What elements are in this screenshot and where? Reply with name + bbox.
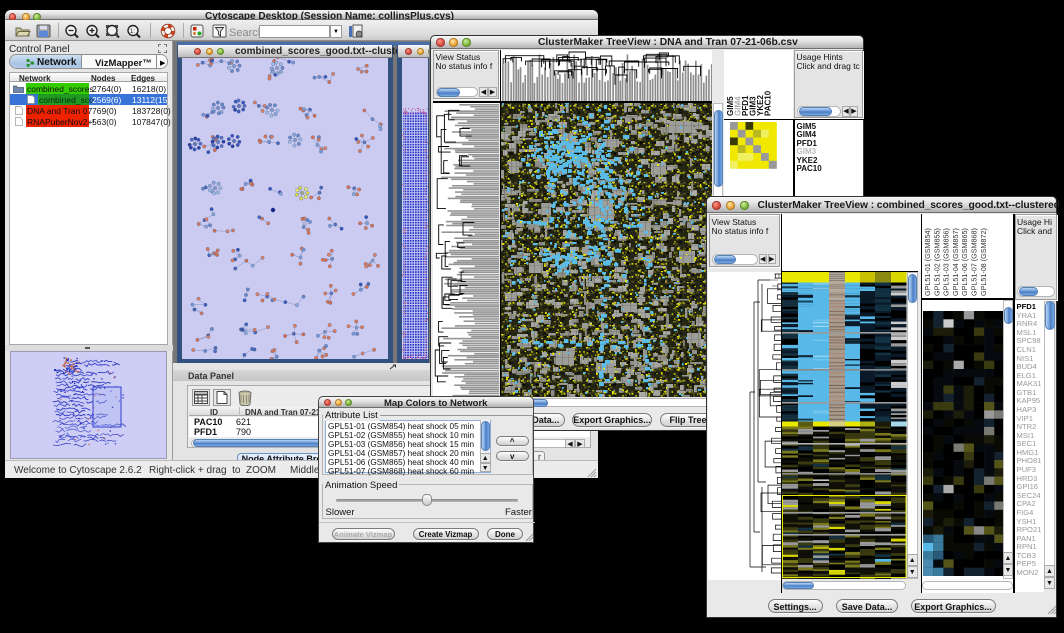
- svg-text:GPL51-06 (GSM865): GPL51-06 (GSM865): [960, 228, 969, 296]
- svg-text:PAC10: PAC10: [763, 90, 772, 116]
- svg-text:1:: 1:: [130, 29, 135, 35]
- svg-text:GPL51-07 (GSM868): GPL51-07 (GSM868): [970, 228, 979, 296]
- svg-text:GPL51-01 (GSM854): GPL51-01 (GSM854): [923, 228, 932, 296]
- svg-text:GPL51-04 (GSM857): GPL51-04 (GSM857): [951, 228, 960, 296]
- svg-text:GPL51-02 (GSM855): GPL51-02 (GSM855): [932, 228, 941, 296]
- svg-text:GPL51-03 (GSM856): GPL51-03 (GSM856): [942, 228, 951, 296]
- svg-text:GPL51-08 (GSM872): GPL51-08 (GSM872): [979, 228, 988, 296]
